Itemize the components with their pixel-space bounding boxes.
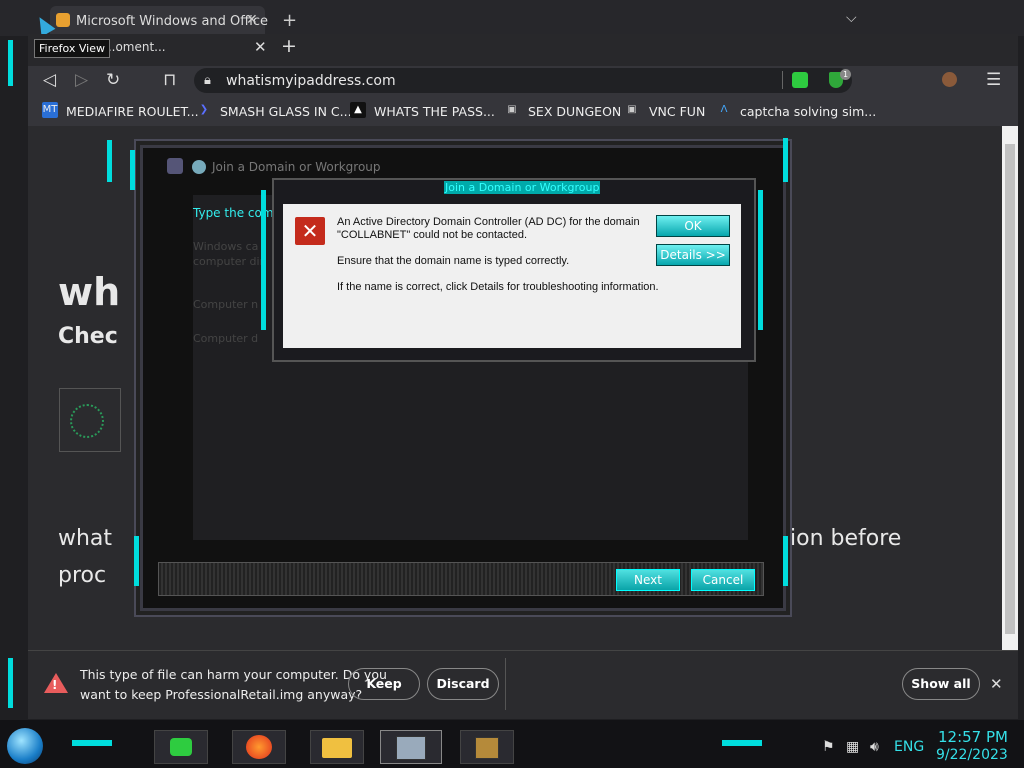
chevron-down-icon[interactable]: ⌵ — [846, 10, 857, 26]
dialog-message-line3: Ensure that the domain name is typed cor… — [337, 255, 570, 267]
dialog-title: Join a Domain or Workgroup — [444, 181, 601, 194]
frame-decoration — [107, 140, 112, 182]
wizard-title: Join a Domain or Workgroup — [212, 160, 381, 174]
browser-tab-close-icon[interactable]: ✕ — [254, 38, 267, 56]
taskbar-system-properties[interactable] — [380, 730, 442, 764]
clock-time[interactable]: 12:57 PM — [938, 728, 1008, 746]
hat-icon: ▲ — [350, 102, 366, 118]
cancel-button[interactable]: Cancel — [691, 569, 755, 591]
outer-tab-title: Microsoft Windows and Office — [76, 14, 268, 29]
taskbar-decoration — [722, 740, 762, 746]
close-download-bar-icon[interactable]: ✕ — [990, 675, 1003, 693]
flag-icon[interactable]: ⚑ — [822, 739, 835, 755]
frame-decoration — [8, 658, 13, 708]
page-text-line1-left: what — [58, 526, 113, 551]
show-all-button[interactable]: Show all — [902, 668, 980, 700]
forward-icon[interactable]: ▷ — [75, 70, 88, 90]
app-icon — [475, 737, 499, 759]
clock-date[interactable]: 9/22/2023 — [936, 747, 1008, 763]
server-icon: ▣ — [507, 104, 517, 115]
wizard-line2: computer dir — [193, 255, 265, 268]
next-button[interactable]: Next — [616, 569, 680, 591]
bookmark-vnc-fun[interactable]: VNC FUN — [649, 104, 705, 119]
folder-icon — [322, 738, 352, 758]
computer-domain-label: Computer d — [193, 332, 259, 345]
frame-decoration — [783, 138, 788, 182]
frame-decoration — [783, 536, 788, 586]
warning-mark-icon: ! — [52, 678, 58, 692]
taskbar-decoration — [72, 740, 112, 746]
bookmark-smash-glass[interactable]: SMASH GLASS IN C... — [220, 104, 352, 119]
ok-button[interactable]: OK — [656, 215, 730, 237]
chat-extension-icon[interactable] — [792, 72, 808, 88]
details-button[interactable]: Details >> — [656, 244, 730, 266]
server-icon: ▣ — [627, 104, 637, 115]
start-button[interactable] — [7, 728, 43, 764]
avatar[interactable] — [942, 72, 957, 87]
page-heading: wh — [58, 270, 121, 314]
taskbar-app[interactable] — [460, 730, 514, 764]
page-text-line1-right: ion before — [790, 526, 902, 551]
firefox-icon — [246, 735, 272, 759]
bookmark-mediafire[interactable]: MEDIAFIRE ROULET... — [66, 104, 199, 119]
bookmark-icon[interactable]: ⊓ — [163, 70, 176, 90]
chevron-icon: ❯ — [199, 104, 209, 115]
download-bar — [28, 650, 1018, 719]
language-indicator[interactable]: ENG — [894, 739, 924, 755]
discard-button[interactable]: Discard — [427, 668, 499, 700]
taskbar-file-explorer[interactable] — [310, 730, 364, 764]
frame-decoration — [8, 40, 13, 86]
frame-decoration — [130, 150, 135, 190]
menu-icon[interactable]: ☰ — [986, 70, 1001, 90]
chat-app-icon — [170, 738, 192, 756]
error-icon: ✕ — [295, 217, 325, 245]
url-text[interactable]: whatismyipaddress.com — [226, 73, 396, 89]
browser-tab-title[interactable]: ...oment... — [104, 40, 166, 54]
bookmark-captcha[interactable]: captcha solving sim... — [740, 104, 876, 119]
outer-new-tab-icon[interactable]: + — [282, 10, 297, 31]
download-warning-line2: want to keep ProfessionalRetail.img anyw… — [80, 687, 363, 702]
mediafire-icon: MT — [42, 102, 58, 118]
taskbar-chat-app[interactable] — [154, 730, 208, 764]
loading-spinner-icon — [70, 404, 104, 438]
dialog-message-line4: If the name is correct, click Details fo… — [337, 281, 659, 293]
scrollbar-thumb[interactable] — [1005, 144, 1015, 634]
back-arrow-icon[interactable] — [167, 158, 183, 174]
bookmark-whats-the-pass[interactable]: WHATS THE PASS... — [374, 104, 495, 119]
back-icon[interactable]: ◁ — [43, 70, 56, 90]
tooltip: Firefox View — [34, 39, 111, 58]
network-icon — [192, 160, 206, 174]
reload-icon[interactable]: ↻ — [106, 70, 120, 90]
frame-decoration — [134, 536, 139, 586]
bookmark-sex-dungeon[interactable]: SEX DUNGEON — [528, 104, 621, 119]
network-tray-icon[interactable]: ▦ — [846, 739, 859, 755]
volume-icon[interactable]: 🔊︎ — [870, 739, 879, 755]
dialog-message-line1: An Active Directory Domain Controller (A… — [337, 216, 640, 228]
arrow-logo-icon: Λ — [720, 104, 728, 115]
download-bar-divider — [505, 658, 506, 710]
download-warning-line1: This type of file can harm your computer… — [80, 667, 387, 682]
frame-decoration — [261, 190, 266, 330]
browser-tab-bar — [28, 34, 1018, 66]
toolbar-divider — [782, 71, 783, 89]
lock-icon[interactable]: 🔒︎ — [204, 73, 211, 88]
wizard-line1: Windows ca — [193, 240, 259, 253]
office-icon — [56, 13, 70, 27]
new-tab-icon[interactable]: + — [281, 35, 297, 57]
taskbar-firefox[interactable] — [232, 730, 286, 764]
extension-badge: 1 — [840, 69, 851, 80]
page-text-line2-left: proc — [58, 563, 107, 588]
dialog-message-line2: "COLLABNET" could not be contacted. — [337, 229, 528, 241]
computer-name-label: Computer n — [193, 298, 259, 311]
keep-button[interactable]: Keep — [348, 668, 420, 700]
page-subheading: Chec — [58, 324, 118, 349]
computer-icon — [396, 736, 426, 760]
frame-decoration — [758, 190, 763, 330]
outer-tab-close-icon[interactable]: ✕ — [246, 12, 258, 28]
